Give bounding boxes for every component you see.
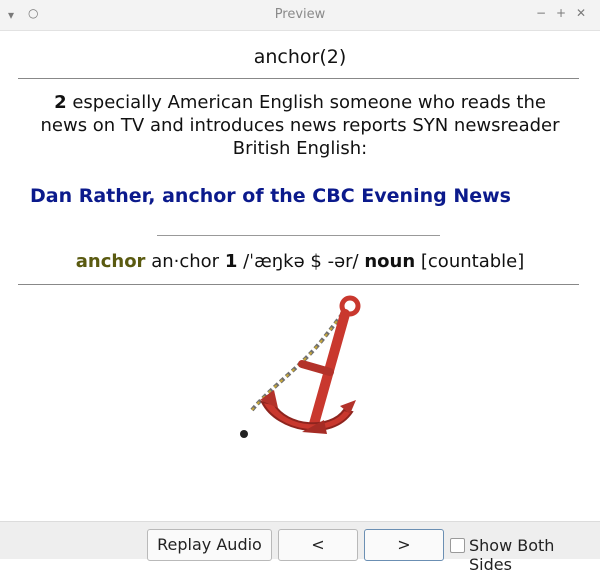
divider [157, 235, 440, 236]
show-both-sides-checkbox[interactable] [450, 538, 465, 553]
window-title: Preview [274, 7, 326, 22]
headword: anchor [75, 251, 146, 272]
definition-text: especially American English someone who … [40, 92, 560, 159]
definition: 2 especially American English someone wh… [30, 91, 570, 160]
close-icon[interactable]: ✕ [576, 6, 586, 20]
grammar-label: [countable] [420, 251, 525, 272]
divider [18, 78, 579, 79]
divider [18, 284, 579, 285]
headword-line: anchor an·chor 1 /ˈæŋkə $ -ər/ noun [cou… [0, 251, 600, 272]
sense-number: 2 [54, 92, 67, 113]
anchor-image [232, 292, 364, 452]
replay-audio-button[interactable]: Replay Audio [147, 529, 272, 561]
pronunciation: /ˈæŋkə $ -ər/ [243, 251, 359, 272]
card-content: anchor(2) 2 especially American English … [0, 30, 600, 521]
bottom-bar: Replay Audio < > Show Both Sides [0, 521, 600, 574]
sense-number-headword: 1 [224, 251, 238, 272]
example-sentence: Dan Rather, anchor of the CBC Evening Ne… [30, 185, 511, 207]
show-both-sides-label: Show Both Sides [469, 536, 555, 574]
title-bar: ▾ ○ Preview − + ✕ [0, 0, 600, 31]
minimize-icon[interactable]: − [536, 6, 546, 20]
previous-button[interactable]: < [278, 529, 358, 561]
part-of-speech: noun [364, 251, 416, 272]
maximize-icon[interactable]: + [556, 6, 566, 20]
syllables: an·chor [151, 251, 220, 272]
card-heading: anchor(2) [253, 46, 347, 68]
next-button[interactable]: > [364, 529, 444, 561]
